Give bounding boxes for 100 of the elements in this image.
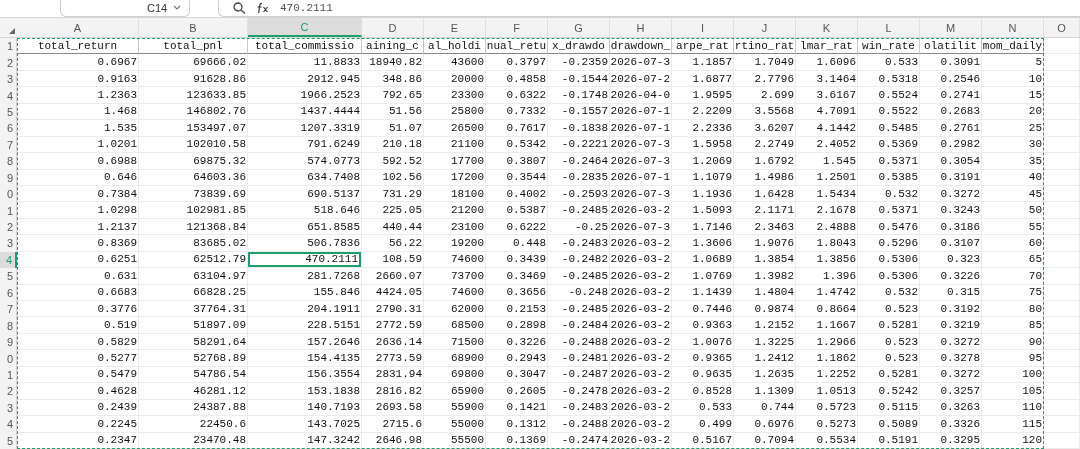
table-cell[interactable]: 0.3469 bbox=[486, 268, 548, 285]
table-cell[interactable]: 55900 bbox=[424, 399, 486, 417]
table-cell[interactable]: 1.6428 bbox=[734, 185, 796, 203]
table-cell[interactable]: 0.3544 bbox=[486, 169, 548, 186]
table-cell[interactable]: 1.7049 bbox=[734, 54, 796, 71]
table-cell[interactable]: 0.4002 bbox=[486, 185, 548, 203]
table-cell[interactable]: 45 bbox=[982, 185, 1044, 203]
table-cell[interactable]: 1.468 bbox=[17, 103, 139, 121]
table-cell[interactable]: 69666.02 bbox=[139, 54, 248, 71]
table-cell[interactable]: -0.1557 bbox=[548, 103, 610, 121]
table-cell[interactable]: 58291.64 bbox=[139, 333, 248, 351]
table-cell[interactable]: -0.1544 bbox=[548, 70, 610, 88]
empty-cell[interactable] bbox=[1044, 54, 1080, 71]
table-cell[interactable]: 1.1079 bbox=[672, 169, 734, 186]
table-cell[interactable]: 102010.58 bbox=[139, 136, 248, 154]
table-cell[interactable]: 120 bbox=[982, 432, 1044, 449]
table-cell[interactable]: 40 bbox=[982, 169, 1044, 186]
table-cell[interactable]: 64603.36 bbox=[139, 169, 248, 186]
table-cell[interactable]: 102981.85 bbox=[139, 202, 248, 219]
table-cell[interactable]: 204.1911 bbox=[248, 301, 362, 318]
table-cell[interactable]: 0.7617 bbox=[486, 120, 548, 137]
table-cell[interactable]: 10 bbox=[982, 70, 1044, 88]
table-cell[interactable]: 19200 bbox=[424, 235, 486, 252]
function-icon[interactable] bbox=[256, 2, 270, 14]
empty-cell[interactable] bbox=[1044, 301, 1080, 318]
table-cell[interactable]: 1.4742 bbox=[796, 284, 858, 301]
table-cell[interactable]: 0.5306 bbox=[858, 268, 920, 285]
table-cell[interactable]: 55500 bbox=[424, 432, 486, 449]
table-cell[interactable]: 1.2252 bbox=[796, 366, 858, 384]
table-cell[interactable]: 1.8043 bbox=[796, 235, 858, 252]
column-header[interactable]: M bbox=[920, 18, 982, 37]
table-cell[interactable]: 0.5242 bbox=[858, 383, 920, 400]
table-cell[interactable]: 1.2137 bbox=[17, 218, 139, 236]
table-cell[interactable]: 2026-04-0 bbox=[610, 87, 672, 104]
table-cell[interactable]: 22450.6 bbox=[139, 416, 248, 433]
table-cell[interactable]: 2715.6 bbox=[362, 416, 424, 433]
table-cell[interactable]: 0.5829 bbox=[17, 333, 139, 351]
table-cell[interactable]: 0.5191 bbox=[858, 432, 920, 449]
table-cell[interactable]: 1.4986 bbox=[734, 169, 796, 186]
empty-cell[interactable] bbox=[1044, 350, 1080, 367]
table-cell[interactable]: 68500 bbox=[424, 317, 486, 334]
table-cell[interactable]: 0.4628 bbox=[17, 383, 139, 400]
table-cell[interactable]: 17200 bbox=[424, 169, 486, 186]
header-cell[interactable]: x_drawdo bbox=[548, 38, 610, 55]
empty-cell[interactable] bbox=[1044, 284, 1080, 301]
table-cell[interactable]: 1.1439 bbox=[672, 284, 734, 301]
table-cell[interactable]: 121368.84 bbox=[139, 218, 248, 236]
table-cell[interactable]: 85 bbox=[982, 317, 1044, 334]
table-cell[interactable]: 0.3257 bbox=[920, 383, 982, 400]
table-cell[interactable]: 0.7094 bbox=[734, 432, 796, 449]
empty-cell[interactable] bbox=[1044, 251, 1080, 269]
table-cell[interactable]: 74600 bbox=[424, 251, 486, 269]
table-cell[interactable]: 4.7091 bbox=[796, 103, 858, 121]
table-cell[interactable]: 348.86 bbox=[362, 70, 424, 88]
table-cell[interactable]: 0.1369 bbox=[486, 432, 548, 449]
table-cell[interactable]: 2026-07-3 bbox=[610, 218, 672, 236]
table-cell[interactable]: 2026-03-2 bbox=[610, 317, 672, 334]
table-cell[interactable]: 1.3982 bbox=[734, 268, 796, 285]
empty-cell[interactable] bbox=[1044, 268, 1080, 285]
table-cell[interactable]: 2026-03-2 bbox=[610, 432, 672, 449]
column-header[interactable]: K bbox=[796, 18, 858, 37]
table-cell[interactable]: 470.2111 bbox=[248, 251, 362, 269]
table-cell[interactable]: 1.1857 bbox=[672, 54, 734, 71]
table-cell[interactable]: 1.3606 bbox=[672, 235, 734, 252]
table-cell[interactable]: 50 bbox=[982, 202, 1044, 219]
table-cell[interactable]: 15 bbox=[982, 87, 1044, 104]
empty-cell[interactable] bbox=[1044, 153, 1080, 170]
row-header[interactable]: 7 bbox=[0, 301, 17, 318]
table-cell[interactable]: 1.0201 bbox=[17, 136, 139, 154]
table-cell[interactable]: 1.3854 bbox=[734, 251, 796, 269]
row-header[interactable]: 3 bbox=[0, 235, 17, 252]
table-cell[interactable]: 2026-03-2 bbox=[610, 366, 672, 384]
table-cell[interactable]: 70 bbox=[982, 268, 1044, 285]
table-cell[interactable]: 1.0769 bbox=[672, 268, 734, 285]
column-header[interactable]: O bbox=[1044, 18, 1080, 37]
table-cell[interactable]: 83685.02 bbox=[139, 235, 248, 252]
table-cell[interactable]: 0.5115 bbox=[858, 399, 920, 417]
table-cell[interactable]: 0.2153 bbox=[486, 301, 548, 318]
table-cell[interactable]: 2660.07 bbox=[362, 268, 424, 285]
table-cell[interactable]: 0.5371 bbox=[858, 202, 920, 219]
header-cell[interactable]: total_pnl bbox=[139, 38, 248, 55]
table-cell[interactable]: 0.3797 bbox=[486, 54, 548, 71]
table-cell[interactable]: 46281.12 bbox=[139, 383, 248, 400]
table-cell[interactable]: 0.1312 bbox=[486, 416, 548, 433]
table-cell[interactable]: 71500 bbox=[424, 333, 486, 351]
table-cell[interactable]: 1.5093 bbox=[672, 202, 734, 219]
table-cell[interactable]: 1.2635 bbox=[734, 366, 796, 384]
table-cell[interactable]: 1.3856 bbox=[796, 251, 858, 269]
table-cell[interactable]: 157.2646 bbox=[248, 333, 362, 351]
table-cell[interactable]: 35 bbox=[982, 153, 1044, 170]
table-cell[interactable]: 0.9365 bbox=[672, 350, 734, 367]
table-cell[interactable]: -0.2485 bbox=[548, 268, 610, 285]
table-cell[interactable]: 0.315 bbox=[920, 284, 982, 301]
table-cell[interactable]: 2026-03-2 bbox=[610, 301, 672, 318]
table-cell[interactable]: 66828.25 bbox=[139, 284, 248, 301]
table-cell[interactable]: 0.323 bbox=[920, 251, 982, 269]
table-cell[interactable]: 115 bbox=[982, 416, 1044, 433]
table-cell[interactable]: 791.6249 bbox=[248, 136, 362, 154]
table-cell[interactable]: 2.2336 bbox=[672, 120, 734, 137]
table-cell[interactable]: 0.2943 bbox=[486, 350, 548, 367]
